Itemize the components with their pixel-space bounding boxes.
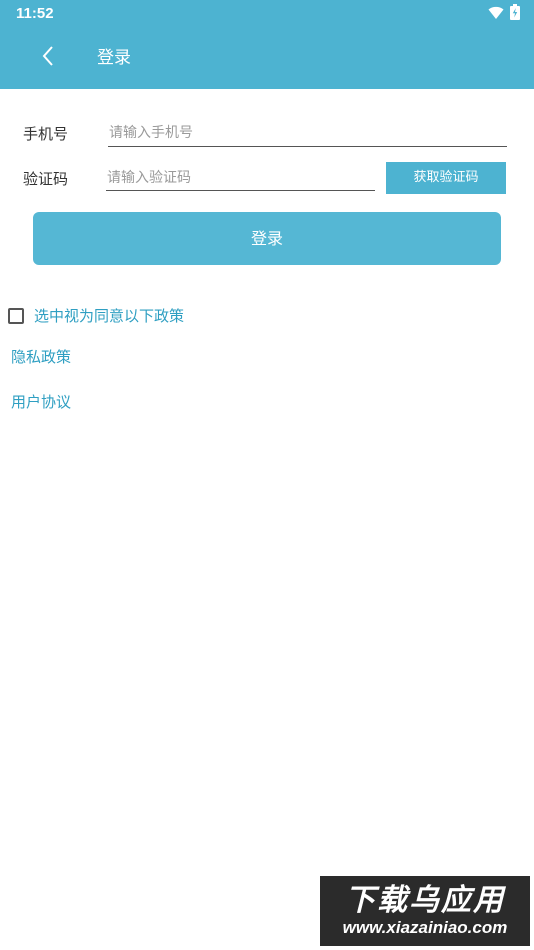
- phone-label: 手机号: [23, 125, 69, 143]
- app-header: 11:52 登录: [0, 0, 534, 89]
- status-time: 11:52: [16, 5, 54, 22]
- page-title: 登录: [97, 48, 131, 68]
- watermark-logo: 下载乌应用 www.xiazainiao.com: [320, 876, 530, 946]
- login-button[interactable]: 登录: [33, 212, 501, 265]
- get-code-button[interactable]: 获取验证码: [386, 162, 506, 194]
- agreement-text: 选中视为同意以下政策: [34, 307, 185, 325]
- wifi-icon: [488, 5, 504, 24]
- agreement-checkbox-row[interactable]: 选中视为同意以下政策: [8, 306, 184, 326]
- watermark-title: 下载乌应用: [345, 883, 505, 918]
- watermark-url: www.xiazainiao.com: [342, 918, 508, 937]
- battery-charging-icon: [510, 4, 520, 24]
- code-underline: [106, 190, 375, 191]
- back-button[interactable]: [30, 40, 66, 76]
- status-icons: [488, 4, 520, 24]
- chevron-left-icon: [41, 45, 55, 71]
- privacy-policy-link[interactable]: 隐私政策: [11, 347, 71, 367]
- phone-underline: [108, 146, 507, 147]
- user-agreement-link[interactable]: 用户协议: [11, 392, 71, 412]
- code-label: 验证码: [23, 170, 69, 188]
- agreement-checkbox[interactable]: [8, 308, 24, 324]
- phone-input[interactable]: [109, 121, 505, 145]
- code-input[interactable]: [107, 166, 373, 190]
